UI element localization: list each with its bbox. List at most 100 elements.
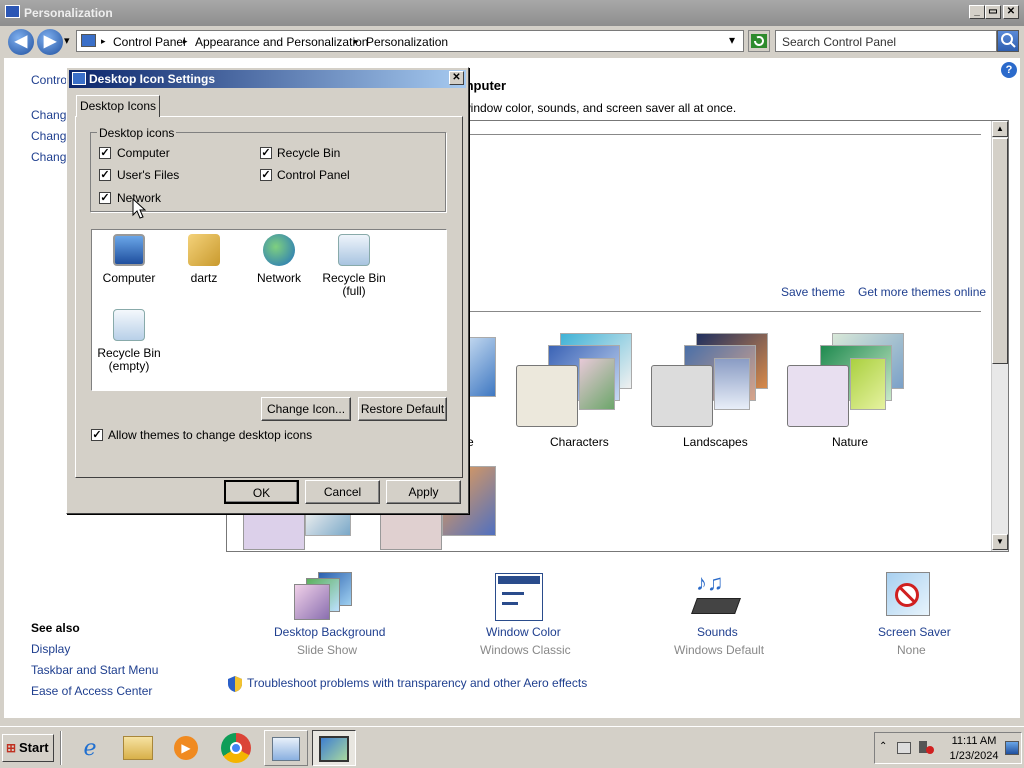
desktop-icon-settings-dialog: Desktop Icon Settings ✕ Desktop Icons De… xyxy=(66,67,469,514)
restore-default-button[interactable]: Restore Default xyxy=(358,397,447,421)
navigation-bar: ◀ ▶ ▾ ▸ Control Panel ▸ Appearance and P… xyxy=(0,26,1024,56)
checkbox-recycle-bin[interactable]: ✓ xyxy=(260,147,272,159)
control-panel-home-link[interactable]: Control xyxy=(31,73,70,87)
scroll-thumb[interactable] xyxy=(992,138,1008,364)
checkbox-control-panel-label: Control Panel xyxy=(277,168,350,182)
apply-button[interactable]: Apply xyxy=(386,480,461,504)
chrome-icon[interactable] xyxy=(214,730,258,766)
computer-icon xyxy=(113,234,145,266)
scroll-up-button[interactable]: ▲ xyxy=(992,121,1008,137)
theme-label: Landscapes xyxy=(683,435,748,449)
save-theme-link[interactable]: Save theme xyxy=(781,285,845,299)
theme-thumbnail-partial xyxy=(243,508,305,550)
personalization-taskbar-icon[interactable] xyxy=(312,730,356,766)
control-panel-icon xyxy=(81,34,96,47)
breadcrumb-personalization[interactable]: Personalization xyxy=(366,35,448,49)
maximize-button[interactable]: ▭ xyxy=(985,5,1001,19)
close-button[interactable]: ✕ xyxy=(1003,5,1019,19)
checkbox-users-files[interactable]: ✓ xyxy=(99,169,111,181)
desktop-background-value: Slide Show xyxy=(297,643,358,657)
control-panel-taskbar-icon[interactable] xyxy=(264,730,308,766)
scroll-down-button[interactable]: ▼ xyxy=(992,534,1008,550)
window-title: Personalization xyxy=(24,6,113,20)
address-bar[interactable]: ▸ Control Panel ▸ Appearance and Persona… xyxy=(76,30,744,52)
divider xyxy=(467,134,981,135)
theme-thumbnail xyxy=(714,358,750,410)
search-input[interactable]: Search Control Panel xyxy=(775,30,997,52)
list-item[interactable]: Recycle Bin (full) xyxy=(319,234,389,298)
taskbar: ⊞ Start ℯ ▶ ⌃ 11:11 AM 1/23/2024 xyxy=(0,726,1024,768)
recycle-bin-full-icon xyxy=(338,234,370,266)
window-color-icon[interactable] xyxy=(495,573,543,621)
change-icon-button[interactable]: Change Icon... xyxy=(261,397,351,421)
clock-date[interactable]: 1/23/2024 xyxy=(947,750,1001,762)
start-button[interactable]: ⊞ Start xyxy=(2,734,54,762)
screen-saver-link[interactable]: Screen Saver xyxy=(878,625,951,639)
recent-pages-dropdown-icon[interactable]: ▾ xyxy=(64,34,70,47)
help-icon[interactable]: ? xyxy=(1001,62,1017,78)
search-button[interactable] xyxy=(997,30,1019,52)
desktop-background-setting[interactable] xyxy=(274,572,374,626)
window-color-link[interactable]: Window Color xyxy=(486,625,561,639)
refresh-button[interactable] xyxy=(748,30,770,52)
show-hidden-icons-icon[interactable]: ⌃ xyxy=(879,741,887,752)
personalization-app-icon xyxy=(5,5,20,18)
tab-desktop-icons[interactable]: Desktop Icons xyxy=(76,95,160,117)
theme-label: Characters xyxy=(550,435,609,449)
refresh-icon xyxy=(751,34,767,48)
desktop-background-link[interactable]: Desktop Background xyxy=(274,625,385,639)
recycle-bin-empty-icon xyxy=(113,309,145,341)
list-item[interactable]: Recycle Bin (empty) xyxy=(94,309,164,373)
window-titlebar: Personalization _ ▭ ✕ xyxy=(0,0,1024,26)
checkbox-network[interactable]: ✓ xyxy=(99,192,111,204)
minimize-button[interactable]: _ xyxy=(969,5,985,19)
desktop-background-icon xyxy=(294,572,354,622)
breadcrumb-separator: ▸ xyxy=(101,36,106,46)
dialog-title: Desktop Icon Settings xyxy=(89,72,216,86)
media-player-icon[interactable]: ▶ xyxy=(164,730,208,766)
action-center-icon[interactable] xyxy=(897,742,911,754)
theme-list-scrollbar[interactable]: ▲ ▼ xyxy=(991,121,1008,551)
internet-explorer-icon[interactable]: ℯ xyxy=(68,730,112,766)
sounds-icon[interactable]: ♪♫ xyxy=(690,570,741,620)
checkbox-control-panel[interactable]: ✓ xyxy=(260,169,272,181)
list-item[interactable]: Computer xyxy=(94,234,164,285)
forward-button[interactable]: ▶ xyxy=(37,29,63,55)
troubleshoot-link[interactable]: Troubleshoot problems with transparency … xyxy=(247,676,587,690)
ok-button[interactable]: OK xyxy=(224,480,299,504)
get-more-themes-link[interactable]: Get more themes online xyxy=(858,285,986,299)
icon-label: Recycle Bin (full) xyxy=(322,271,386,298)
icon-label: Recycle Bin (empty) xyxy=(97,346,161,373)
address-dropdown-icon[interactable]: ▾ xyxy=(729,33,735,47)
window-color-value: Windows Classic xyxy=(480,643,571,657)
see-also-display-link[interactable]: Display xyxy=(31,642,70,656)
dialog-close-button[interactable]: ✕ xyxy=(449,71,464,85)
list-item[interactable]: Network xyxy=(244,234,314,285)
list-item[interactable]: dartz xyxy=(169,234,239,285)
theme-thumbnail-frame xyxy=(516,365,578,427)
theme-label: Nature xyxy=(832,435,869,449)
checkbox-computer[interactable]: ✓ xyxy=(99,147,111,159)
desktop-icon-preview-list[interactable]: Computer dartz Network Recycle Bin (full… xyxy=(91,229,447,391)
dialog-app-icon xyxy=(72,72,86,85)
checkbox-allow-themes-label: Allow themes to change desktop icons xyxy=(108,428,313,442)
see-also-taskbar-link[interactable]: Taskbar and Start Menu xyxy=(31,663,158,677)
show-desktop-icon[interactable] xyxy=(1005,741,1019,755)
sounds-link[interactable]: Sounds xyxy=(697,625,738,639)
screen-saver-icon[interactable] xyxy=(886,572,930,616)
icon-label: Computer xyxy=(102,271,156,285)
file-explorer-icon[interactable] xyxy=(116,730,160,766)
breadcrumb-control-panel[interactable]: Control Panel xyxy=(113,35,186,49)
user-folder-icon xyxy=(188,234,220,266)
divider xyxy=(467,311,981,312)
see-also-ease-of-access-link[interactable]: Ease of Access Center xyxy=(31,684,152,698)
back-button[interactable]: ◀ xyxy=(8,29,34,55)
checkbox-allow-themes[interactable]: ✓ xyxy=(91,429,103,441)
theme-thumbnail xyxy=(579,358,615,410)
volume-muted-icon[interactable] xyxy=(919,741,934,755)
cancel-button[interactable]: Cancel xyxy=(305,480,380,504)
breadcrumb-appearance[interactable]: Appearance and Personalization xyxy=(195,35,368,49)
system-tray: ⌃ 11:11 AM 1/23/2024 xyxy=(874,732,1022,764)
clock-time[interactable]: 11:11 AM xyxy=(949,735,999,747)
theme-thumbnail xyxy=(850,358,886,410)
